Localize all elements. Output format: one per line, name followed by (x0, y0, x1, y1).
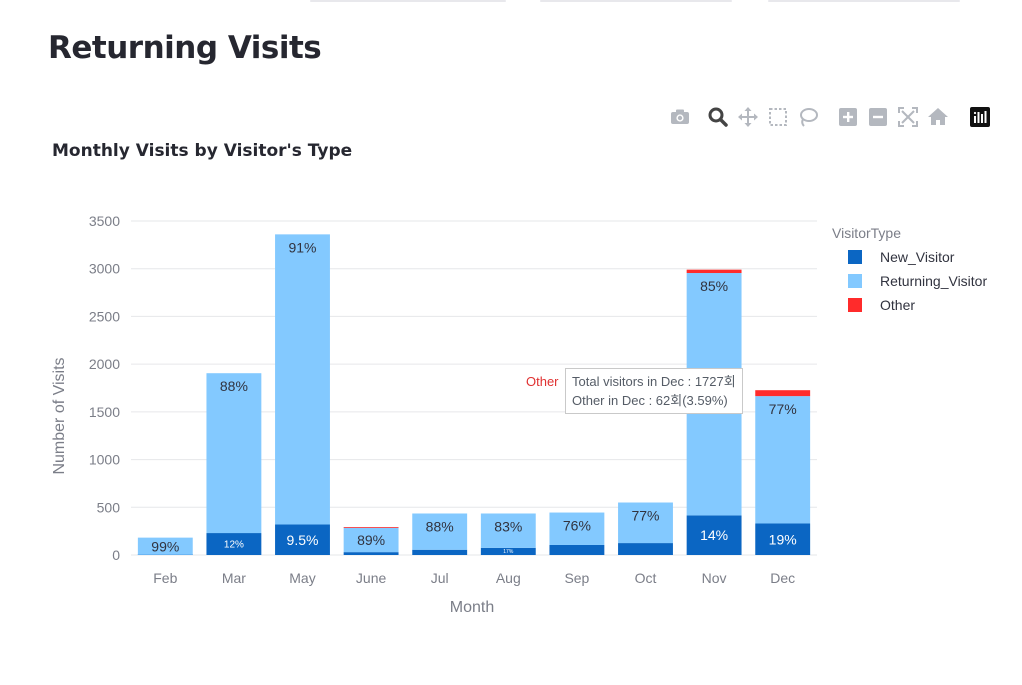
bar-other-june[interactable] (343, 527, 399, 528)
chart-area: Monthly Visits by Visitor's Type 0 500 100… (0, 130, 1022, 650)
bar-data-label: 77% (631, 508, 659, 524)
bar-data-label: 83% (494, 518, 522, 534)
x-tick-label: Oct (635, 570, 657, 586)
bar-returning-visitor-may[interactable] (275, 234, 330, 525)
x-tick-label: Aug (496, 570, 521, 586)
plotly-logo-icon[interactable] (968, 105, 992, 129)
legend-item-new-visitor[interactable]: New_Visitor (880, 249, 955, 265)
y-tick-label: 3000 (89, 261, 120, 277)
zoom-out-icon[interactable] (866, 105, 890, 129)
zoom-icon[interactable] (706, 105, 730, 129)
bar-new-visitor-jul[interactable] (412, 549, 468, 555)
home-icon[interactable] (926, 105, 950, 129)
x-tick-label: Mar (222, 570, 246, 586)
y-tick-label: 1000 (89, 452, 120, 468)
bar-data-label: 76% (563, 518, 591, 534)
bar-data-label: 85% (700, 278, 728, 294)
top-tab-3[interactable] (768, 0, 960, 2)
bar-new-visitor-june[interactable] (343, 552, 399, 555)
x-tick-label: Feb (153, 570, 177, 586)
legend-swatch-returning-visitor[interactable] (848, 274, 862, 288)
y-tick-label: 500 (97, 499, 121, 515)
x-tick-label: Sep (564, 570, 589, 586)
box-select-icon[interactable] (766, 105, 790, 129)
bar-data-label: 12% (224, 540, 244, 551)
bar-data-label: 9.5% (287, 532, 319, 548)
y-tick-label: 3500 (89, 213, 120, 229)
tooltip-line-total: Total visitors in Dec : 1727회 (572, 374, 736, 389)
bar-data-label: 19% (769, 531, 797, 547)
tooltip-trace-name: Other (526, 374, 559, 389)
bar-data-label: 99% (151, 538, 179, 554)
legend-item-returning-visitor[interactable]: Returning_Visitor (880, 273, 987, 289)
bar-other-nov[interactable] (686, 269, 742, 274)
bar-data-label: 91% (288, 239, 316, 255)
y-tick-label: 2500 (89, 308, 120, 324)
y-tick-label: 1500 (89, 404, 120, 420)
plot-modebar (664, 105, 994, 129)
bar-data-label: 88% (220, 378, 248, 394)
page-title: Returning Visits (48, 30, 322, 66)
legend-item-other[interactable]: Other (880, 297, 915, 313)
x-tick-label: June (356, 570, 387, 586)
bar-new-visitor-oct[interactable] (618, 543, 673, 555)
top-tab-1[interactable] (310, 0, 506, 2)
x-tick-label: May (289, 570, 315, 586)
bar-data-label: 77% (769, 401, 797, 417)
bar-returning-visitor-mar[interactable] (206, 373, 262, 534)
bar-new-visitor-sep[interactable] (549, 544, 605, 555)
legend-swatch-other[interactable] (848, 298, 862, 312)
y-tick-label: 0 (112, 547, 120, 563)
bar-data-label: 17% (503, 549, 514, 555)
x-tick-label: Jul (431, 570, 449, 586)
top-tab-2[interactable] (540, 0, 732, 2)
x-axis-title: Month (450, 599, 494, 616)
y-tick-label: 2000 (89, 356, 120, 372)
y-axis-title: Number of Visits (51, 357, 68, 474)
zoom-in-icon[interactable] (836, 105, 860, 129)
bar-data-label: 88% (426, 518, 454, 534)
lasso-select-icon[interactable] (796, 105, 820, 129)
chart-title: Monthly Visits by Visitor's Type (52, 141, 352, 161)
pan-icon[interactable] (736, 105, 760, 129)
tooltip-line-other: Other in Dec : 62회(3.59%) (572, 393, 728, 408)
x-tick-label: Dec (770, 570, 795, 586)
bar-data-label: 14% (700, 527, 728, 543)
stacked-bar-chart: Monthly Visits by Visitor's Type 0 500 100… (51, 141, 987, 616)
bar-data-label: 89% (357, 532, 385, 548)
camera-icon[interactable] (668, 105, 692, 129)
legend-swatch-new-visitor[interactable] (848, 250, 862, 264)
bar-other-dec[interactable] (755, 390, 811, 397)
legend-title: VisitorType (832, 225, 901, 241)
hover-tooltip: Total visitors in Dec : 1727회 Other in D… (565, 368, 743, 414)
top-tab-strip (0, 0, 1022, 4)
x-tick-label: Nov (702, 570, 727, 586)
autoscale-icon[interactable] (896, 105, 920, 129)
